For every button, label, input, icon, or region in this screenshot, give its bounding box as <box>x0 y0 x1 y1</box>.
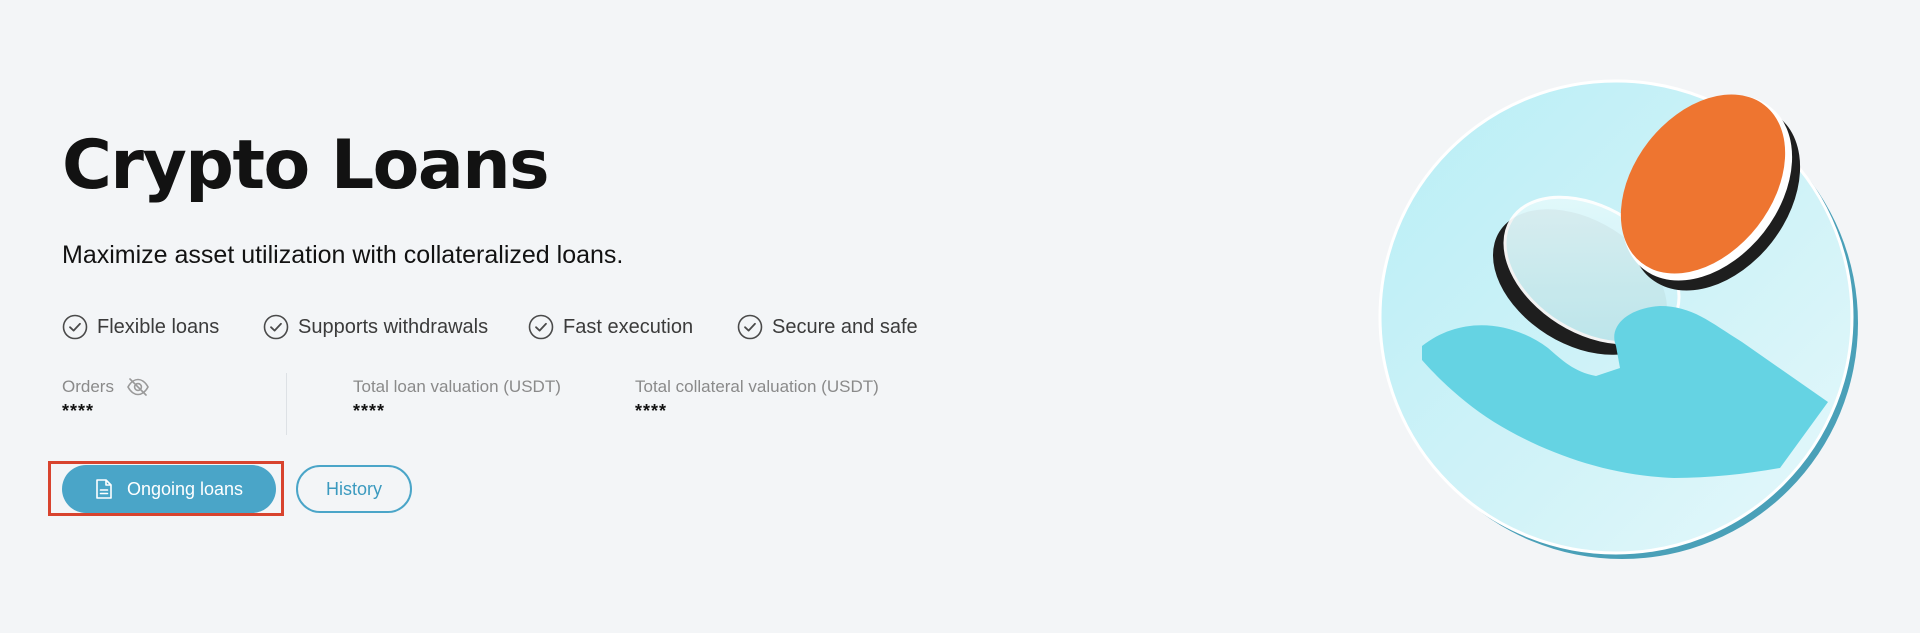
history-label: History <box>325 478 382 499</box>
stat-total-loan-label: Total loan valuation (USDT) <box>353 377 561 396</box>
feature-label: Secure and safe <box>772 315 918 338</box>
ongoing-loans-label: Ongoing loans <box>126 478 244 499</box>
feature-flexible-loans: Flexible loans <box>62 312 219 342</box>
stat-total-collateral-label: Total collateral valuation (USDT) <box>635 377 879 396</box>
check-circle-icon <box>62 314 88 340</box>
check-circle-icon <box>528 314 554 340</box>
feature-label: Supports withdrawals <box>298 315 489 338</box>
hero-section: Crypto Loans Maximize asset utilization … <box>62 0 1062 633</box>
stat-total-loan-value: **** <box>353 401 386 421</box>
check-circle-icon <box>737 314 763 340</box>
stats-divider <box>286 373 287 435</box>
feature-label: Fast execution <box>563 315 694 338</box>
eye-slash-icon[interactable] <box>126 378 150 396</box>
stats-panel: Orders **** Total loan valuation (USDT) … <box>62 376 962 436</box>
document-icon <box>96 479 112 499</box>
check-circle-icon <box>263 314 289 340</box>
feature-list: Flexible loans Supports withdrawals Fast… <box>62 312 1062 342</box>
action-buttons: Ongoing loans History <box>62 465 562 515</box>
stat-orders-label: Orders <box>62 377 114 396</box>
history-button[interactable]: History <box>296 465 412 513</box>
feature-supports-withdrawals: Supports withdrawals <box>263 312 488 342</box>
page-subtitle: Maximize asset utilization with collater… <box>62 241 624 269</box>
stat-total-collateral-value: **** <box>635 401 668 421</box>
feature-fast-execution: Fast execution <box>528 312 693 342</box>
page-title: Crypto Loans <box>62 126 550 205</box>
stat-total-collateral: Total collateral valuation (USDT) **** <box>635 376 879 422</box>
stat-orders-value: **** <box>62 401 95 421</box>
stat-orders: Orders **** <box>62 376 150 422</box>
feature-label: Flexible loans <box>97 315 220 338</box>
stat-total-loan: Total loan valuation (USDT) **** <box>353 376 561 422</box>
feature-secure-and-safe: Secure and safe <box>737 312 918 342</box>
loan-illustration <box>1378 79 1858 559</box>
ongoing-loans-button[interactable]: Ongoing loans <box>62 465 276 513</box>
